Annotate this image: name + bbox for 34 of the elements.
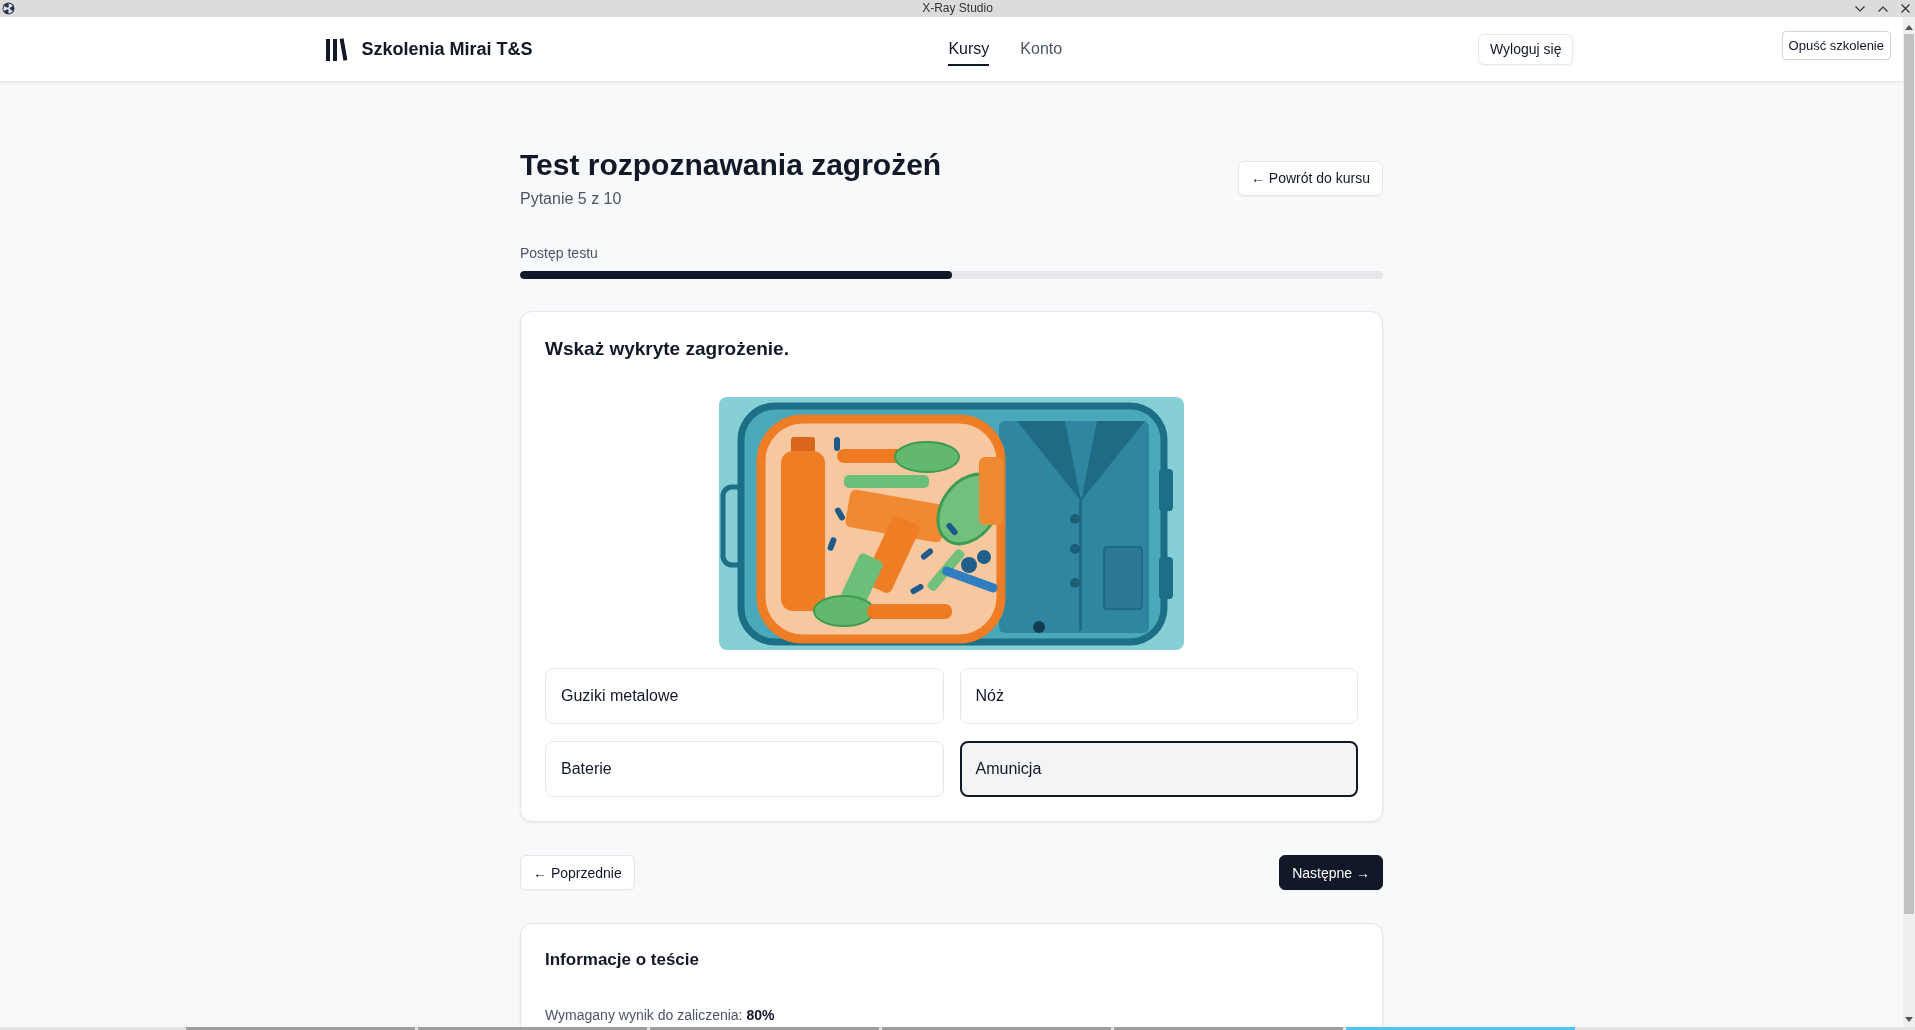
info-title: Informacje o teście [545,949,700,971]
radiation-icon [2,2,15,15]
taskbar-button[interactable] [650,1027,879,1030]
question-prompt: Wskaż wykryte zagrożenie. [545,337,790,361]
taskbar-button[interactable] [882,1027,1111,1030]
answer-option[interactable]: Guziki metalowe [545,668,944,724]
nav-link[interactable]: Konto [1020,32,1063,66]
info-text: Wymagany wynik do zaliczenia: 80% [545,1007,776,1023]
taskbar-button[interactable] [186,1027,415,1030]
brand-name: Szkolenia Mirai T&S [361,38,533,60]
back-to-course-button[interactable]: ← Powrót do kursu [1237,160,1383,196]
exit-training-button[interactable]: Opuść szkolenie [1781,31,1891,60]
answer-option[interactable]: Nóż [959,668,1358,724]
test-title: Test rozpoznawania zagrożeń [520,147,942,183]
scroll-down-icon[interactable] [1905,1017,1913,1022]
window-title: X-Ray Studio [922,0,993,17]
chevron-down-icon[interactable] [1855,5,1865,12]
taskbar-button[interactable] [418,1027,647,1030]
progress-label: Postęp testu [520,244,599,263]
answer-option[interactable]: Amunicja [959,741,1358,797]
scrollbar-thumb[interactable] [1904,34,1914,914]
nav-link[interactable]: Kursy [948,32,990,66]
scrollbar-track[interactable] [1903,17,1915,1027]
books-icon [325,37,348,61]
answer-option[interactable]: Baterie [545,741,944,797]
question-counter: Pytanie 5 z 10 [520,189,623,209]
chevron-up-icon[interactable] [1878,5,1888,12]
scroll-up-icon[interactable] [1905,25,1913,30]
logout-button[interactable]: Wyloguj się [1478,33,1574,65]
taskbar-button[interactable] [1346,1027,1575,1030]
previous-button[interactable]: ← Poprzednie [520,855,635,890]
taskbar-button[interactable] [1114,1027,1343,1030]
next-button[interactable]: Następne → [1279,855,1383,890]
close-icon[interactable] [1901,4,1910,13]
